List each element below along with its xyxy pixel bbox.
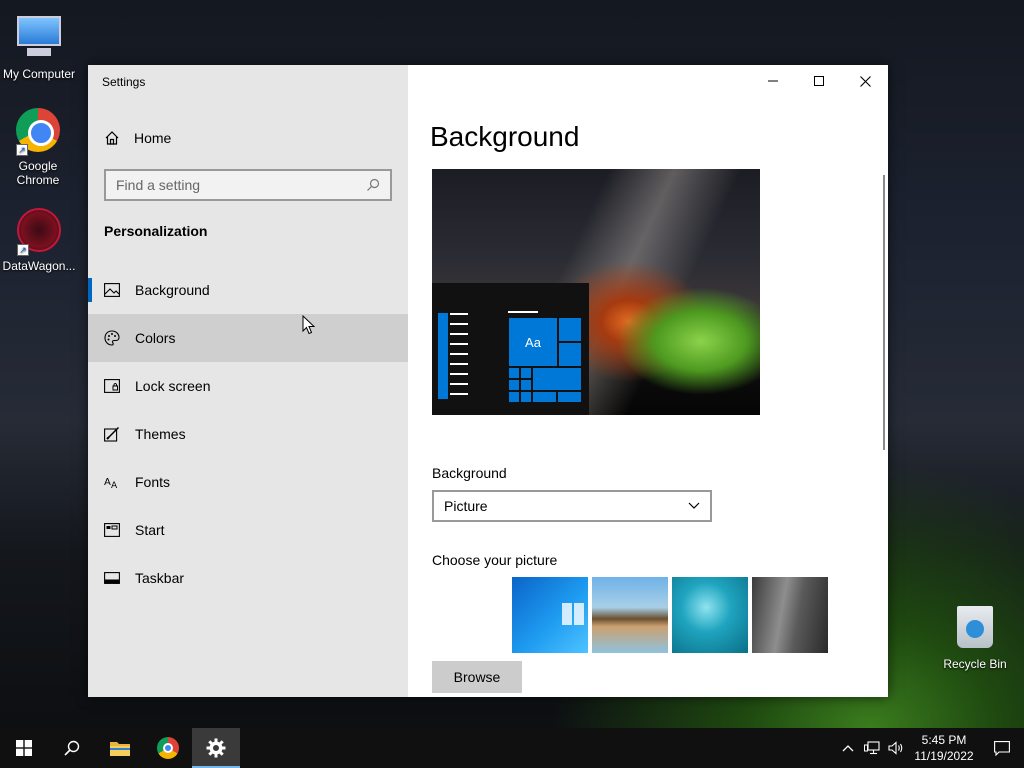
system-tray: 5:45 PM 11/19/2022 xyxy=(836,728,1024,768)
start-icon xyxy=(104,522,120,538)
themes-icon xyxy=(104,426,120,442)
background-label: Background xyxy=(432,465,507,481)
lock-screen-icon xyxy=(104,378,120,394)
window-title: Settings xyxy=(102,75,146,89)
preview-start-menu: Aa xyxy=(432,283,589,415)
minimize-icon xyxy=(768,80,778,82)
taskbar: 5:45 PM 11/19/2022 xyxy=(0,728,1024,768)
mouse-cursor-icon xyxy=(302,315,316,335)
nav-home[interactable]: Home xyxy=(104,127,171,149)
nav-item-themes[interactable]: Themes xyxy=(88,410,408,458)
choose-picture-label: Choose your picture xyxy=(432,552,558,568)
show-hidden-icons-button[interactable] xyxy=(836,728,860,768)
settings-content: Background Aa Background Picture Choose … xyxy=(408,65,888,697)
notification-icon xyxy=(994,740,1010,756)
desktop-icon-label: Recycle Bin xyxy=(943,657,1007,671)
settings-nav-pane: Settings Home Personalization Background… xyxy=(88,65,408,697)
chrome-icon xyxy=(157,737,179,759)
chevron-down-icon xyxy=(688,502,700,509)
nav-item-label: Fonts xyxy=(135,474,171,490)
nav-item-taskbar[interactable]: Taskbar xyxy=(88,554,408,602)
clock-date: 11/19/2022 xyxy=(914,749,974,763)
taskbar-search-button[interactable] xyxy=(48,728,96,768)
svg-text:A: A xyxy=(111,481,118,490)
page-title: Background xyxy=(430,121,580,152)
desktop-icon-label: DataWagon... xyxy=(2,259,76,273)
network-button[interactable] xyxy=(860,728,884,768)
picture-thumb-windows[interactable] xyxy=(512,577,588,653)
nav-list: Background Colors Lock screen Themes AA … xyxy=(88,266,408,602)
nav-item-background[interactable]: Background xyxy=(88,266,408,314)
picture-thumb-beach[interactable] xyxy=(592,577,668,653)
desktop-icon-google-chrome[interactable]: ↗ Google Chrome xyxy=(0,106,78,187)
settings-window: Settings Home Personalization Background… xyxy=(88,65,888,697)
taskbar-file-explorer[interactable] xyxy=(96,728,144,768)
taskbar-clock[interactable]: 5:45 PM 11/19/2022 xyxy=(908,732,980,764)
windows-logo-icon xyxy=(16,740,32,756)
datawagon-icon: ↗ xyxy=(15,208,63,256)
desktop-icon-recycle-bin[interactable]: Recycle Bin xyxy=(935,602,1015,671)
nav-item-colors[interactable]: Colors xyxy=(88,314,408,362)
preview-tile: Aa xyxy=(508,317,558,367)
desktop-icon-label: Google Chrome xyxy=(16,159,60,187)
search-input[interactable] xyxy=(116,177,356,193)
background-dropdown[interactable]: Picture xyxy=(432,490,712,522)
maximize-icon xyxy=(814,76,824,86)
taskbar-settings[interactable] xyxy=(192,728,240,768)
close-icon xyxy=(859,75,871,87)
action-center-button[interactable] xyxy=(980,728,1024,768)
picture-thumb-rock[interactable] xyxy=(752,577,828,653)
folder-icon xyxy=(110,742,130,756)
maximize-button[interactable] xyxy=(796,65,842,97)
background-preview: Aa xyxy=(432,169,760,415)
nav-item-fonts[interactable]: AA Fonts xyxy=(88,458,408,506)
chevron-up-icon xyxy=(842,745,854,752)
computer-icon xyxy=(15,16,63,64)
picture-thumb-underwater[interactable] xyxy=(672,577,748,653)
image-icon xyxy=(104,282,120,298)
nav-item-label: Colors xyxy=(135,330,176,346)
clock-time: 5:45 PM xyxy=(921,733,967,747)
section-heading: Personalization xyxy=(104,223,208,239)
nav-item-label: Start xyxy=(135,522,165,538)
search-box[interactable] xyxy=(104,169,392,201)
speaker-icon xyxy=(888,741,903,755)
nav-item-label: Background xyxy=(135,282,210,298)
caption-buttons xyxy=(750,65,888,97)
scrollbar[interactable] xyxy=(883,175,885,450)
desktop-icon-label: My Computer xyxy=(2,67,76,81)
home-icon xyxy=(105,131,119,145)
nav-item-lock-screen[interactable]: Lock screen xyxy=(88,362,408,410)
nav-home-label: Home xyxy=(134,130,172,146)
search-icon xyxy=(64,740,80,756)
palette-icon xyxy=(104,330,120,346)
nav-item-start[interactable]: Start xyxy=(88,506,408,554)
desktop-icon-datawagon[interactable]: ↗ DataWagon... xyxy=(0,206,79,273)
recycle-bin-icon xyxy=(951,606,999,654)
volume-button[interactable] xyxy=(884,728,908,768)
network-icon xyxy=(864,741,880,755)
fonts-icon: AA xyxy=(104,474,120,490)
svg-text:A: A xyxy=(104,477,111,488)
taskbar-chrome[interactable] xyxy=(144,728,192,768)
desktop-icon-my-computer[interactable]: My Computer xyxy=(0,10,79,81)
gear-icon xyxy=(206,738,226,758)
nav-item-label: Lock screen xyxy=(135,378,211,394)
browse-button[interactable]: Browse xyxy=(432,661,522,693)
nav-item-label: Taskbar xyxy=(135,570,185,586)
start-button[interactable] xyxy=(0,728,48,768)
taskbar-icon xyxy=(104,570,120,586)
chrome-icon: ↗ xyxy=(14,108,62,156)
picture-thumbnails xyxy=(512,577,832,653)
background-dropdown-value: Picture xyxy=(444,498,488,514)
close-button[interactable] xyxy=(842,65,888,97)
search-icon xyxy=(367,178,380,191)
minimize-button[interactable] xyxy=(750,65,796,97)
nav-item-label: Themes xyxy=(135,426,186,442)
